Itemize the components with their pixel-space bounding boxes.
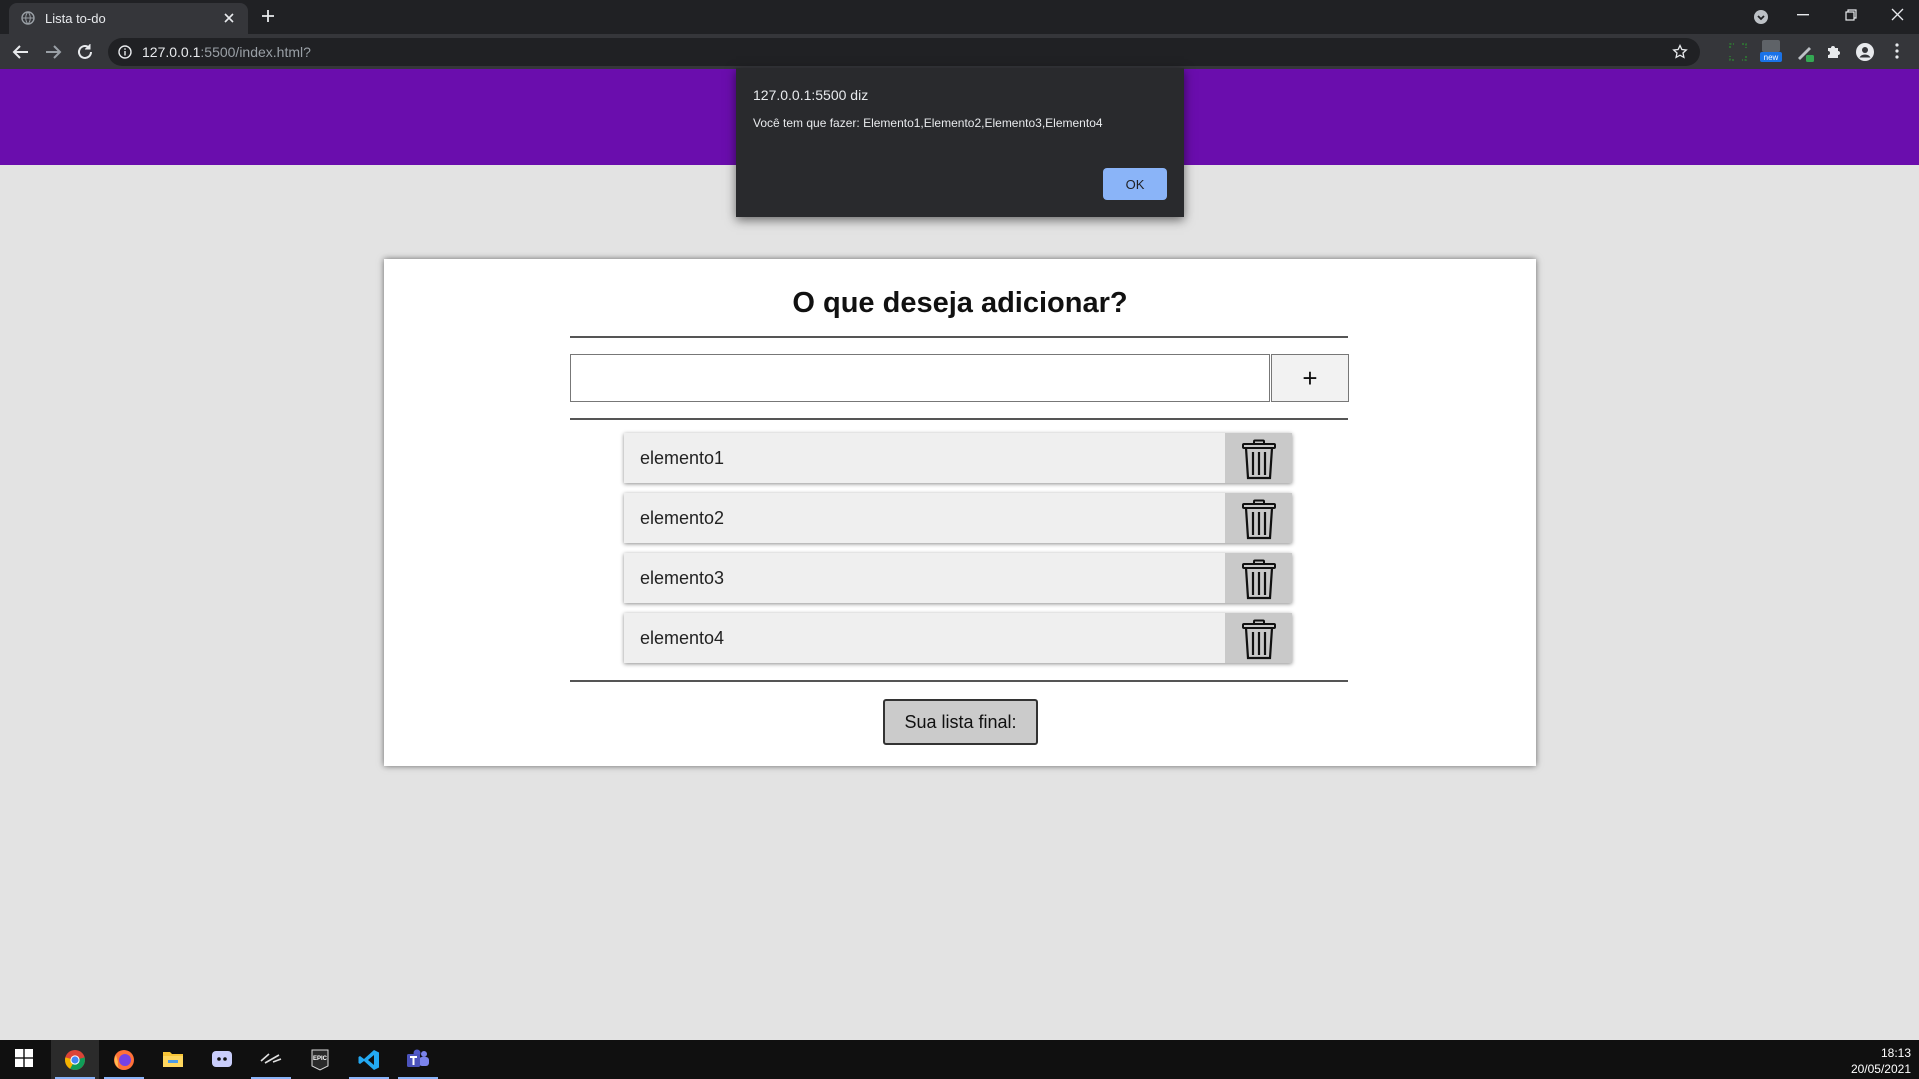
todo-list: elemento1 elemento2 elemento3 elemento4 <box>624 433 1292 673</box>
new-tab-icon[interactable] <box>261 9 275 23</box>
hyperx-icon <box>260 1053 282 1064</box>
site-info-icon[interactable] <box>118 45 132 59</box>
close-tab-icon[interactable] <box>223 12 235 24</box>
windows-start-button[interactable] <box>0 1040 48 1079</box>
url-text: 127.0.0.1:5500/index.html? <box>142 44 311 60</box>
taskbar-discord[interactable] <box>198 1040 246 1079</box>
taskbar-file-explorer[interactable] <box>149 1040 197 1079</box>
clock-date: 20/05/2021 <box>1850 1062 1911 1076</box>
restore-icon[interactable] <box>1845 9 1857 21</box>
menu-dots-icon[interactable] <box>1895 43 1899 59</box>
puzzle-icon[interactable] <box>1826 43 1842 59</box>
forward-icon[interactable] <box>44 43 62 61</box>
pen-extension-icon[interactable] <box>1795 43 1815 63</box>
delete-button[interactable] <box>1225 493 1292 543</box>
taskbar-chrome[interactable] <box>51 1040 99 1079</box>
epic-games-icon: EPIC <box>311 1049 329 1071</box>
delete-button[interactable] <box>1225 613 1292 663</box>
taskbar-vscode[interactable] <box>345 1040 393 1079</box>
delete-button[interactable] <box>1225 553 1292 603</box>
teams-icon <box>407 1049 429 1067</box>
alert-title: 127.0.0.1:5500 diz <box>753 87 869 103</box>
globe-icon <box>21 11 35 25</box>
browser-toolbar: 127.0.0.1:5500/index.html? new <box>0 34 1919 69</box>
divider <box>570 418 1348 420</box>
vscode-icon <box>358 1050 379 1070</box>
trash-icon <box>1241 499 1276 540</box>
item-label: elemento1 <box>640 448 725 468</box>
alert-dialog: 127.0.0.1:5500 diz Você tem que fazer: E… <box>736 68 1184 217</box>
taskbar-firefox[interactable] <box>100 1040 148 1079</box>
new-extension-icon[interactable]: new <box>1760 39 1782 63</box>
taskbar-clock[interactable]: 18:13 20/05/2021 <box>1851 1045 1911 1077</box>
svg-text:EPIC: EPIC <box>313 1056 328 1062</box>
taskbar-hyperx[interactable] <box>247 1040 295 1079</box>
tab-title: Lista to-do <box>45 11 106 26</box>
page-title: O que deseja adicionar? <box>792 287 1128 319</box>
taskbar-epic-games[interactable]: EPIC <box>296 1040 344 1079</box>
item-label: elemento4 <box>640 628 725 648</box>
address-bar[interactable]: 127.0.0.1:5500/index.html? <box>108 38 1700 66</box>
list-item: elemento1 <box>624 433 1292 483</box>
tab-search-icon[interactable] <box>1752 8 1770 26</box>
chrome-icon <box>65 1050 85 1070</box>
item-label: elemento2 <box>640 508 725 528</box>
reload-icon[interactable] <box>76 43 94 61</box>
minimize-icon[interactable] <box>1797 14 1809 16</box>
firefox-icon <box>114 1050 134 1070</box>
todo-card: O que deseja adicionar? + elemento1 elem… <box>384 259 1536 766</box>
alert-message: Você tem que fazer: Elemento1,Elemento2,… <box>753 116 1103 130</box>
profile-icon[interactable] <box>1856 43 1874 61</box>
ok-button[interactable]: OK <box>1103 168 1167 200</box>
list-item: elemento3 <box>624 553 1292 603</box>
url-host: 127.0.0.1 <box>142 44 201 60</box>
taskbar: EPIC 18:13 20/05/2021 <box>0 1040 1919 1079</box>
taskbar-teams[interactable] <box>394 1040 442 1079</box>
list-item: elemento4 <box>624 613 1292 663</box>
windows-icon <box>15 1049 33 1067</box>
divider <box>570 336 1348 338</box>
discord-icon <box>212 1051 232 1067</box>
screenshot-extension-icon[interactable] <box>1729 43 1747 61</box>
item-label: elemento3 <box>640 568 725 588</box>
list-item: elemento2 <box>624 493 1292 543</box>
clock-time: 18:13 <box>1880 1046 1911 1060</box>
new-badge-text: new <box>1764 53 1779 62</box>
trash-icon <box>1241 439 1276 480</box>
add-button[interactable]: + <box>1271 354 1349 402</box>
delete-button[interactable] <box>1225 433 1292 483</box>
trash-icon <box>1241 619 1276 660</box>
new-item-input[interactable] <box>570 354 1270 402</box>
bookmark-star-icon[interactable] <box>1672 44 1688 60</box>
tab-strip: Lista to-do <box>0 0 1919 34</box>
folder-icon <box>163 1052 183 1067</box>
final-list-button[interactable]: Sua lista final: <box>883 699 1038 745</box>
browser-tab[interactable]: Lista to-do <box>9 3 248 34</box>
close-window-icon[interactable] <box>1891 8 1904 21</box>
back-icon[interactable] <box>12 43 30 61</box>
url-path: :5500/index.html? <box>200 44 311 60</box>
trash-icon <box>1241 559 1276 600</box>
divider <box>570 680 1348 682</box>
